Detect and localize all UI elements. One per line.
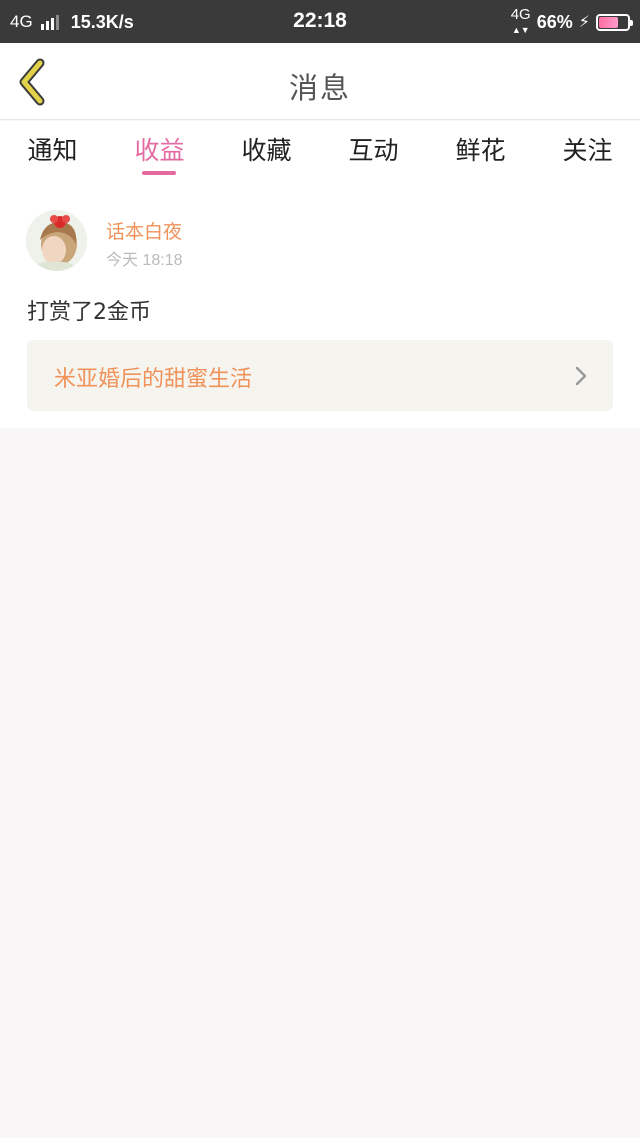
page-title: 消息 — [288, 71, 351, 105]
story-link-card[interactable]: 米亚婚后的甜蜜生活 — [27, 340, 613, 411]
charging-icon: ⚡ — [578, 14, 590, 31]
avatar[interactable] — [26, 210, 87, 271]
message-item: 话本白夜 今天 18:18 打赏了2金币 米亚婚后的甜蜜生活 — [0, 183, 640, 428]
tab-favorites[interactable]: 收藏 — [213, 131, 320, 167]
user-name[interactable]: 话本白夜 — [106, 217, 182, 244]
battery-icon — [596, 13, 633, 31]
tab-following[interactable]: 关注 — [534, 131, 640, 167]
battery-percent: 66% — [536, 11, 573, 32]
story-title: 米亚婚后的甜蜜生活 — [54, 367, 253, 392]
status-bar: 4G 15.3K/s 22:18 4G ▲▼ 66% ⚡ — [0, 0, 640, 43]
tab-bar: 通知 收益 收藏 互动 鲜花 关注 — [0, 121, 640, 183]
nav-bar: 消息 — [0, 43, 640, 120]
tab-notifications[interactable]: 通知 — [0, 131, 106, 167]
message-time: 今天 18:18 — [106, 252, 183, 269]
tab-flowers[interactable]: 鲜花 — [427, 131, 534, 167]
reward-message: 打赏了2金币 — [27, 300, 151, 325]
status-right: 4G ▲▼ 66% ⚡ — [510, 5, 633, 35]
network-type-right: 4G ▲▼ — [510, 5, 531, 35]
avatar-image — [26, 210, 87, 271]
chevron-right-icon — [575, 366, 587, 386]
tab-interactions[interactable]: 互动 — [320, 131, 427, 167]
active-tab-indicator — [142, 171, 176, 175]
tab-earnings[interactable]: 收益 — [106, 131, 213, 167]
